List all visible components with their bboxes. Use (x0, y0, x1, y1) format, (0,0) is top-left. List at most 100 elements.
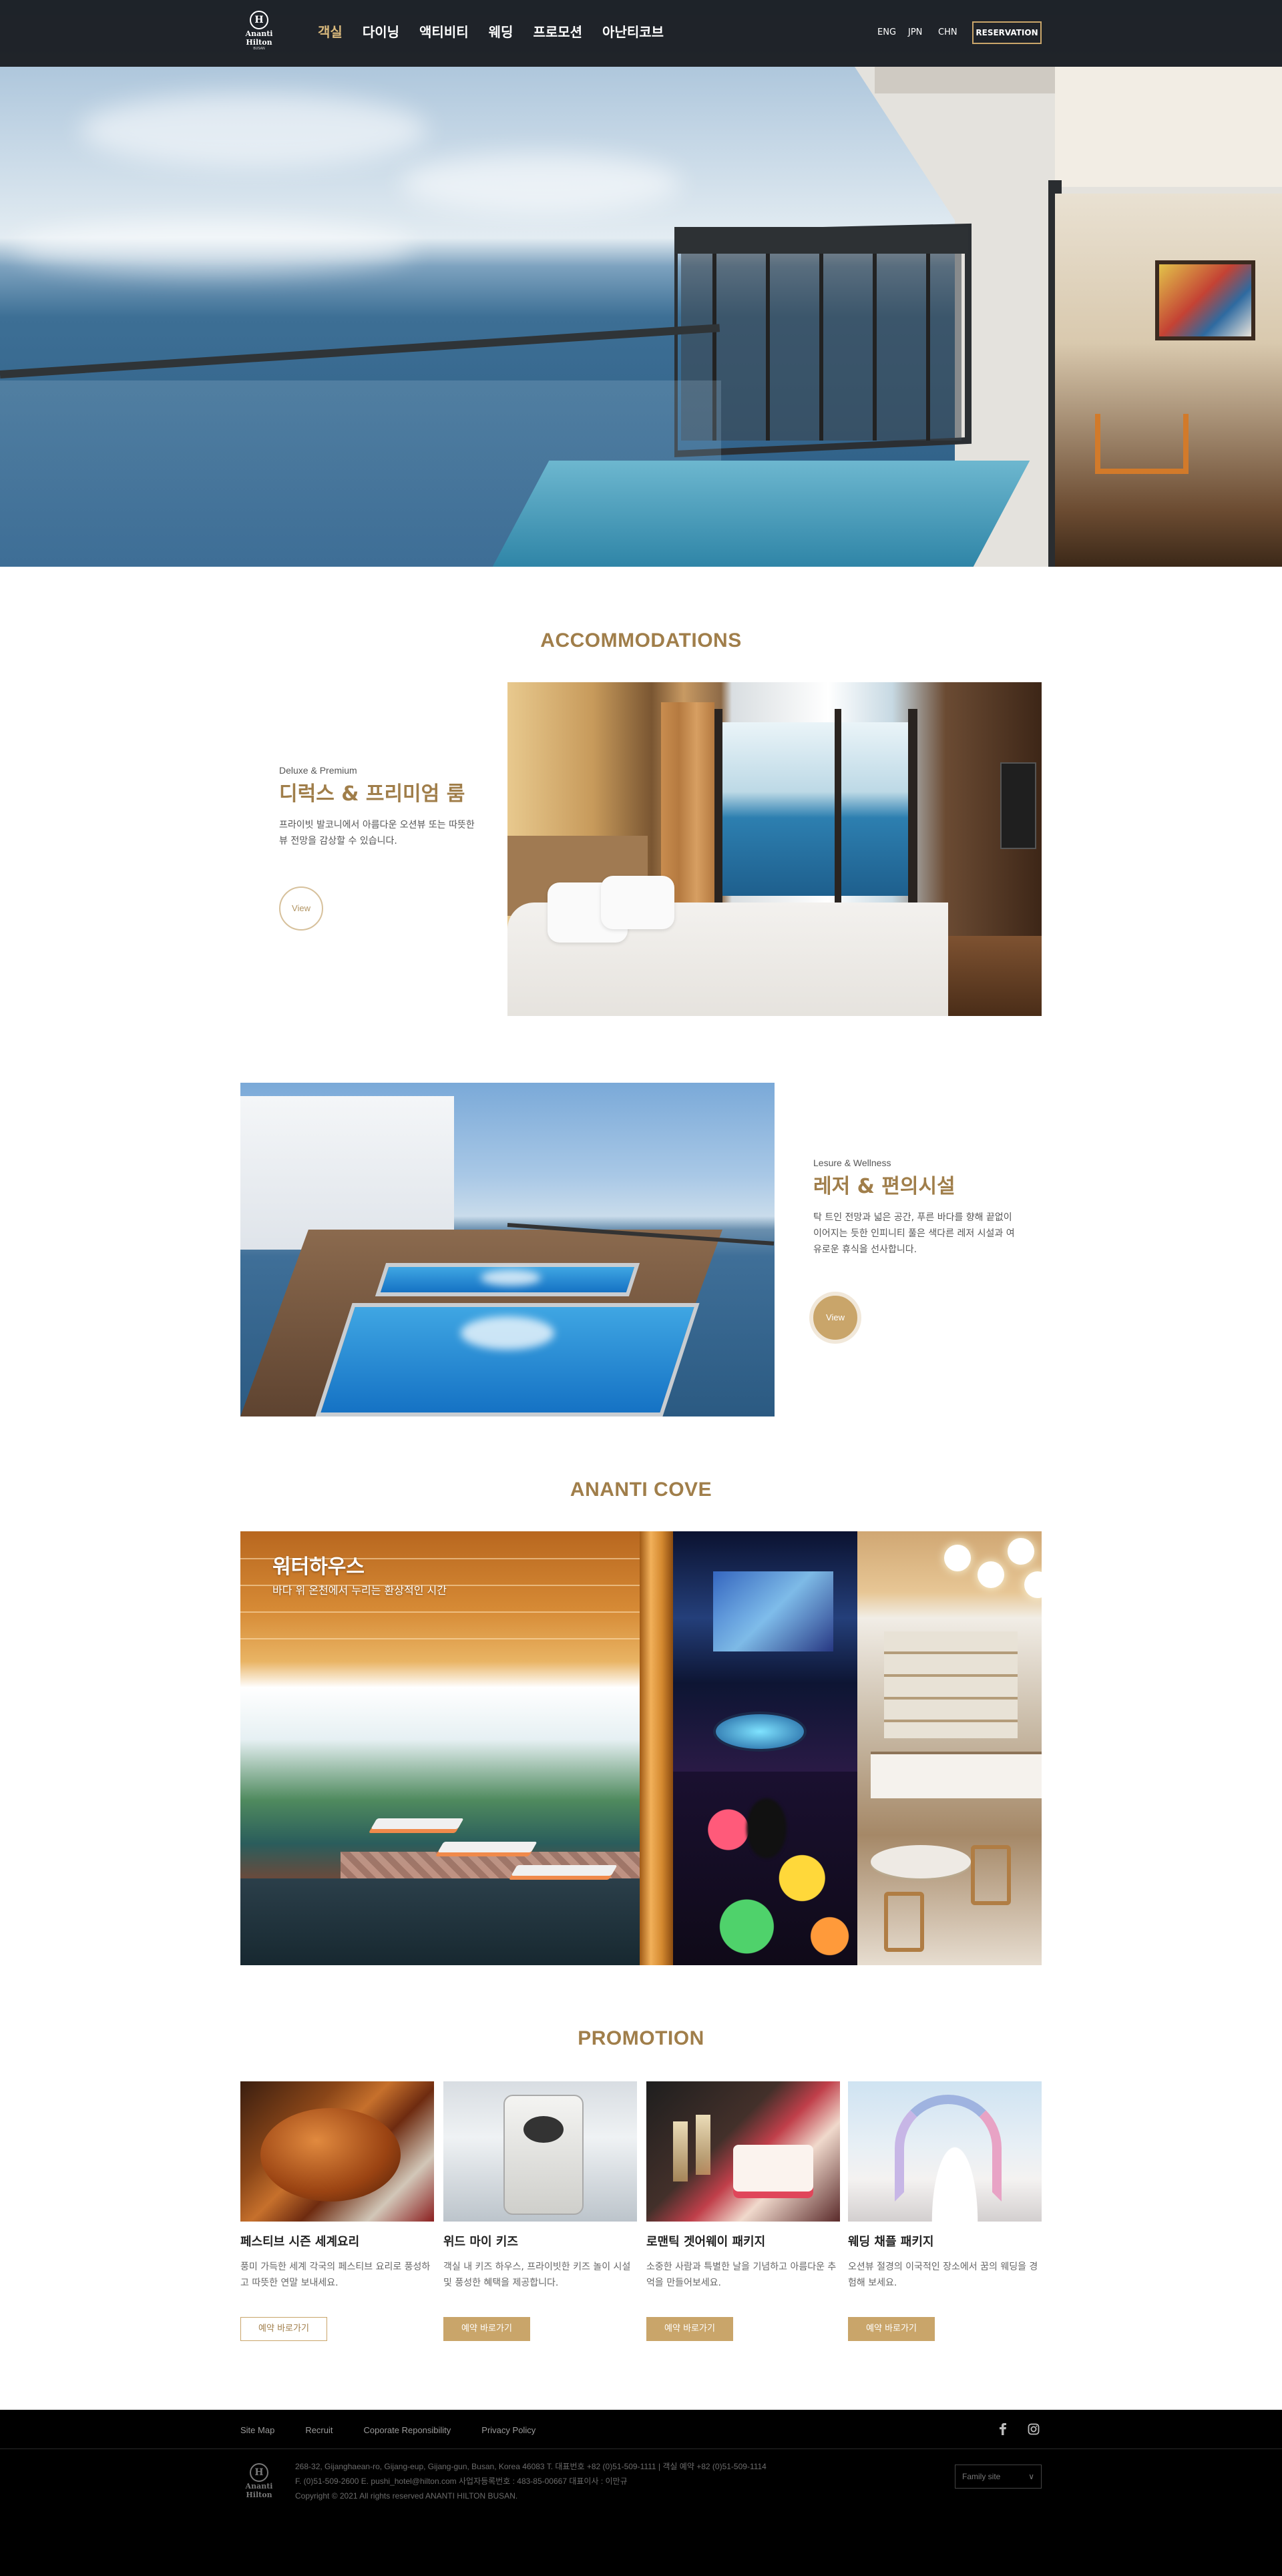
cafe-chair (971, 1845, 1011, 1905)
nav-item-ananti-cove[interactable]: 아난티코브 (602, 23, 664, 41)
waterhouse-photo[interactable]: 워터하우스 바다 위 온천에서 누리는 환상적인 시간 (240, 1531, 673, 1965)
footer-link-privacy-policy[interactable]: Privacy Policy (481, 2424, 536, 2436)
pillow (601, 876, 674, 929)
wall-art (1155, 260, 1255, 340)
promotion-title: PROMOTION (578, 2027, 704, 2049)
page: H Ananti Hilton BUSAN 객실 다이닝 액티비티 웨딩 프로모… (0, 0, 1282, 2576)
kiosk-screen (523, 2116, 564, 2143)
footer-link-recruit[interactable]: Recruit (305, 2424, 333, 2436)
promo-reserve-button[interactable]: 예약 바로가기 (646, 2317, 733, 2341)
champagne-glass (673, 2121, 688, 2181)
glowing-disc (713, 1712, 807, 1752)
promo-description: 소중한 사람과 특별한 날을 기념하고 아름다운 추억을 만들어보세요. (646, 2262, 837, 2288)
cafe-photo[interactable] (857, 1531, 1042, 1965)
footer-link-corporate-responsibility[interactable]: Coporate Reponsibility (364, 2424, 451, 2436)
lang-jpn[interactable]: JPN (908, 27, 922, 39)
promo-romantic-photo[interactable] (646, 2081, 840, 2222)
promo-description: 객실 내 키즈 하우스, 프라이빗한 키즈 놀이 시설 및 풍성한 혜택을 제공… (443, 2262, 631, 2288)
footer-copyright: Copyright © 2021 All rights reserved ANA… (295, 2491, 518, 2501)
view-button-leisure[interactable]: View (813, 1296, 857, 1340)
pool-jet (481, 1270, 541, 1286)
promo-wedding-photo[interactable] (848, 2081, 1042, 2222)
kids-playground-photo[interactable] (673, 1531, 857, 1965)
promo-name: 위드 마이 키즈 (443, 2235, 518, 2249)
accommodation-label: Deluxe & Premium (279, 765, 357, 776)
family-site-select[interactable]: Family site ∨ (955, 2465, 1042, 2489)
accommodation-description: 프라이빗 발코니에서 아름다운 오션뷰 또는 따뜻한 뷰 전망을 감상할 수 있… (279, 820, 475, 846)
window-frame (714, 709, 722, 909)
pool-jet (461, 1316, 554, 1350)
footer-links: Site Map Recruit Coporate Reponsibility … (240, 2424, 566, 2436)
waterhouse-title: 워터하우스 (272, 1555, 365, 1579)
footer-logo: H Ananti Hilton (240, 2463, 278, 2506)
cloud (401, 154, 681, 214)
nav-item-rooms[interactable]: 객실 (318, 23, 343, 41)
toy-kiosk (503, 2095, 584, 2215)
promo-reserve-button[interactable]: 예약 바로가기 (848, 2317, 935, 2341)
logo-line2: Hilton (246, 2491, 272, 2499)
child-silhouette (746, 1798, 787, 1858)
pendant-lamp (944, 1545, 971, 1571)
footer-link-sitemap[interactable]: Site Map (240, 2424, 274, 2436)
accommodation-title: 디럭스 & 프리미엄 룸 (279, 782, 465, 806)
lang-eng[interactable]: ENG (877, 27, 896, 39)
window-frame (908, 709, 917, 909)
nav-item-promotion[interactable]: 프로모션 (533, 23, 582, 41)
promo-reserve-button[interactable]: 예약 바로가기 (443, 2317, 530, 2341)
accommodation-description: 탁 트인 전망과 넓은 공간, 푸른 바다를 향해 끝없이 이어지는 듯한 인피… (813, 1212, 1015, 1255)
accommodations-title: ACCOMMODATIONS (540, 629, 742, 652)
shelf (884, 1631, 1018, 1738)
accommodation-item-deluxe: Deluxe & Premium 디럭스 & 프리미엄 룸 프라이빗 발코니에서… (279, 764, 486, 849)
view-button-deluxe[interactable]: View (279, 886, 323, 931)
digital-screen (713, 1571, 833, 1651)
reservation-button[interactable]: RESERVATION (972, 21, 1042, 44)
pendant-lamp (1008, 1538, 1034, 1565)
promo-festive-photo[interactable] (240, 2081, 434, 2222)
facebook-icon[interactable] (996, 2423, 1010, 2436)
promo-card: 페스티브 시즌 세계요리 풍미 가득한 세계 각국의 페스티브 요리로 풍성하고… (240, 2081, 434, 2341)
hero-banner (0, 0, 1282, 567)
accommodation-label: Lesure & Wellness (813, 1157, 891, 1168)
room-window-sea (721, 722, 915, 896)
window-frame (835, 709, 841, 909)
nav-item-activity[interactable]: 액티비티 (419, 23, 469, 41)
nav-item-dining[interactable]: 다이닝 (363, 23, 399, 41)
round-table (871, 1845, 971, 1878)
cloud (13, 220, 414, 274)
promo-kids-photo[interactable] (443, 2081, 637, 2222)
strawberry-cake (733, 2145, 813, 2198)
counter (871, 1752, 1042, 1798)
promo-card: 로맨틱 겟어웨이 패키지 소중한 사람과 특별한 날을 기념하고 아름다운 추억… (646, 2081, 840, 2341)
lang-chn[interactable]: CHN (938, 27, 957, 39)
footer-company-info: 268-32, Gijanghaean-ro, Gijang-eup, Gija… (295, 2459, 767, 2503)
deluxe-room-photo (507, 682, 1042, 1016)
promo-card: 위드 마이 키즈 객실 내 키즈 하우스, 프라이빗한 키즈 놀이 시설 및 풍… (443, 2081, 637, 2341)
resort-building (240, 1096, 454, 1250)
instagram-icon[interactable] (1027, 2423, 1040, 2436)
cloud (80, 93, 427, 167)
cafe-chair (884, 1892, 924, 1952)
bride (928, 2135, 982, 2222)
promo-card: 웨딩 채플 패키지 오션뷰 절경의 이국적인 장소에서 꿈의 웨딩을 경험해 보… (848, 2081, 1042, 2341)
promo-name: 로맨틱 겟어웨이 패키지 (646, 2235, 766, 2249)
pendant-lamp (1024, 1571, 1042, 1598)
nav-item-wedding[interactable]: 웨딩 (489, 23, 513, 41)
logo-line2: Hilton (246, 38, 272, 47)
wellness-pool-photo (240, 1083, 775, 1416)
infinity-pool (492, 461, 1030, 567)
television (1000, 762, 1036, 849)
accommodation-item-leisure: Lesure & Wellness 레저 & 편의시설 탁 트인 전망과 넓은 … (813, 1156, 1020, 1258)
main-nav: 객실 다이닝 액티비티 웨딩 프로모션 아난티코브 (318, 23, 684, 41)
promo-name: 페스티브 시즌 세계요리 (240, 2235, 360, 2249)
hilton-logo-icon: H (250, 11, 268, 29)
waterhouse-subtitle: 바다 위 온천에서 누리는 환상적인 시간 (272, 1584, 447, 1597)
sun-lounger (511, 1865, 618, 1876)
footer-contact: F. (0)51-509-2600 E. pushi_hotel@hilton.… (295, 2477, 628, 2486)
promo-reserve-button[interactable]: 예약 바로가기 (240, 2317, 327, 2341)
hilton-logo-icon: H (250, 2463, 268, 2482)
site-logo[interactable]: H Ananti Hilton BUSAN (240, 11, 278, 56)
indoor-pool (240, 1878, 641, 1965)
ceiling-line (240, 1638, 673, 1639)
site-header: H Ananti Hilton BUSAN 객실 다이닝 액티비티 웨딩 프로모… (0, 0, 1282, 67)
family-site-label: Family site (962, 2472, 1001, 2481)
